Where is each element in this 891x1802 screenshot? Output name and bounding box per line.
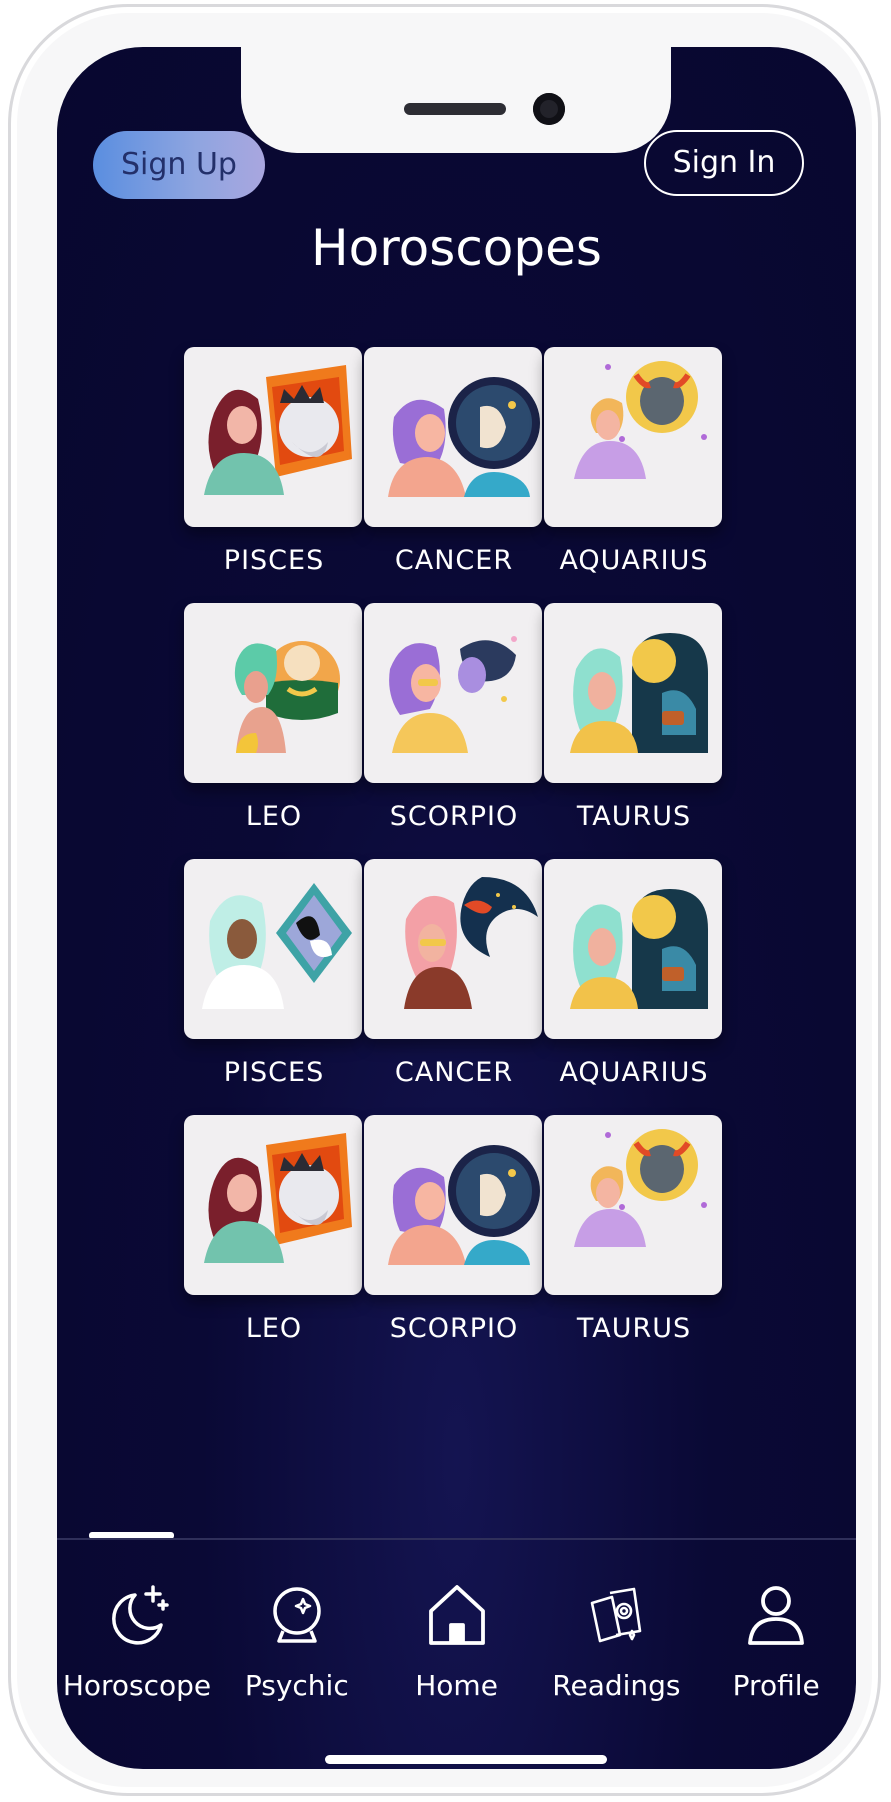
sign-label: SCORPIO — [389, 801, 519, 832]
sign-label: TAURUS — [576, 801, 692, 832]
tab-profile[interactable]: Profile — [696, 1577, 856, 1717]
sign-card[interactable]: CANCER — [364, 347, 544, 603]
sign-illustration — [364, 347, 542, 527]
sign-illustration — [364, 603, 542, 783]
sign-illustration — [544, 347, 722, 527]
sign-card[interactable]: PISCES — [184, 859, 364, 1115]
sign-label: AQUARIUS — [559, 1057, 709, 1088]
sign-card[interactable]: AQUARIUS — [544, 347, 724, 603]
bottom-tab-bar: Horoscope Psychic Home Readings Profile — [57, 1577, 856, 1717]
sign-illustration — [184, 859, 362, 1039]
sign-illustration — [544, 603, 722, 783]
person-icon — [744, 1581, 808, 1649]
sign-illustration — [364, 859, 542, 1039]
sign-label: PISCES — [223, 1057, 325, 1088]
sign-card[interactable]: TAURUS — [544, 1115, 724, 1371]
sign-card[interactable]: TAURUS — [544, 603, 724, 859]
device-notch — [241, 47, 671, 153]
home-icon — [425, 1581, 489, 1649]
tab-home[interactable]: Home — [377, 1577, 537, 1717]
sign-label: LEO — [245, 1313, 303, 1344]
tab-label: Profile — [732, 1669, 820, 1702]
sign-label: CANCER — [394, 1057, 514, 1088]
tab-label: Horoscope — [62, 1669, 212, 1702]
sign-illustration — [544, 1115, 722, 1295]
sign-label: AQUARIUS — [559, 545, 709, 576]
sign-card[interactable]: PISCES — [184, 347, 364, 603]
tab-psychic[interactable]: Psychic — [217, 1577, 377, 1717]
home-indicator — [325, 1755, 607, 1764]
sign-label: PISCES — [223, 545, 325, 576]
app-screen: Sign Up Sign In Horoscopes PISCES CANCER… — [57, 47, 856, 1769]
sign-card[interactable]: LEO — [184, 603, 364, 859]
tab-horoscope[interactable]: Horoscope — [57, 1577, 217, 1717]
tab-label: Psychic — [244, 1669, 349, 1702]
horoscope-grid: PISCES CANCER AQUARIUS LEO SCORPIO TAURU… — [184, 347, 724, 1371]
sign-label: TAURUS — [576, 1313, 692, 1344]
tab-bar-divider — [57, 1538, 856, 1540]
sign-up-button[interactable]: Sign Up — [93, 131, 265, 199]
sign-card[interactable]: CANCER — [364, 859, 544, 1115]
tab-label: Home — [415, 1669, 498, 1702]
sign-in-button[interactable]: Sign In — [644, 130, 804, 196]
moon-stars-icon — [105, 1581, 169, 1649]
sign-illustration — [364, 1115, 542, 1295]
phone-frame: Sign Up Sign In Horoscopes PISCES CANCER… — [8, 4, 881, 1796]
tab-readings[interactable]: Readings — [536, 1577, 696, 1717]
sign-illustration — [184, 347, 362, 527]
sign-illustration — [184, 1115, 362, 1295]
sign-card[interactable]: LEO — [184, 1115, 364, 1371]
crystal-ball-icon — [265, 1581, 329, 1649]
sign-illustration — [184, 603, 362, 783]
tarot-cards-icon — [584, 1581, 648, 1649]
speaker-grille — [404, 103, 506, 115]
sign-illustration — [544, 859, 722, 1039]
sign-label: SCORPIO — [389, 1313, 519, 1344]
sign-card[interactable]: SCORPIO — [364, 603, 544, 859]
sign-card[interactable]: SCORPIO — [364, 1115, 544, 1371]
sign-card[interactable]: AQUARIUS — [544, 859, 724, 1115]
tab-label: Readings — [552, 1669, 681, 1702]
sign-label: CANCER — [394, 545, 514, 576]
page-title: Horoscopes — [311, 219, 602, 277]
sign-label: LEO — [245, 801, 303, 832]
front-camera — [533, 93, 565, 125]
